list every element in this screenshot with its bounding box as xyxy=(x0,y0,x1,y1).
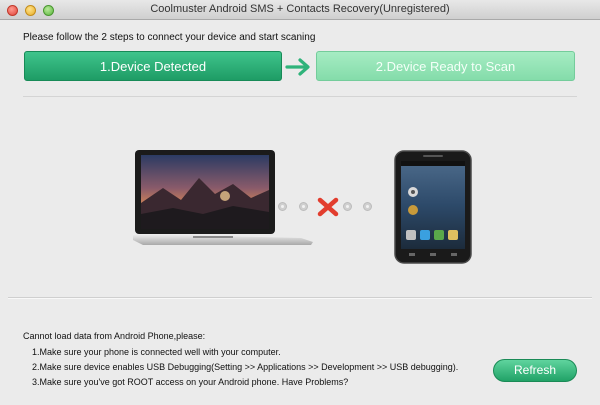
laptop-icon xyxy=(133,150,313,245)
title-bar: Coolmuster Android SMS + Contacts Recove… xyxy=(0,0,600,20)
connection-dot xyxy=(363,202,372,211)
divider xyxy=(23,96,577,97)
app-window: Coolmuster Android SMS + Contacts Recove… xyxy=(0,0,600,405)
help-line[interactable]: 3.Make sure you've got ROOT access on yo… xyxy=(32,377,348,387)
arrow-right-icon xyxy=(285,58,310,76)
connection-dot xyxy=(343,202,352,211)
connection-dot xyxy=(278,202,287,211)
refresh-button[interactable]: Refresh xyxy=(493,359,577,382)
connection-dot xyxy=(299,202,308,211)
close-x-icon xyxy=(317,197,339,217)
step-device-detected: 1.Device Detected xyxy=(24,51,282,81)
step-device-ready: 2.Device Ready to Scan xyxy=(316,51,575,81)
help-heading: Cannot load data from Android Phone,plea… xyxy=(23,331,206,341)
window-title: Coolmuster Android SMS + Contacts Recove… xyxy=(150,3,450,15)
instruction-text: Please follow the 2 steps to connect you… xyxy=(23,32,316,43)
help-line: 1.Make sure your phone is connected well… xyxy=(32,347,281,357)
divider xyxy=(8,298,592,299)
help-line: 2.Make sure device enables USB Debugging… xyxy=(32,362,459,372)
android-phone-icon xyxy=(394,150,472,264)
